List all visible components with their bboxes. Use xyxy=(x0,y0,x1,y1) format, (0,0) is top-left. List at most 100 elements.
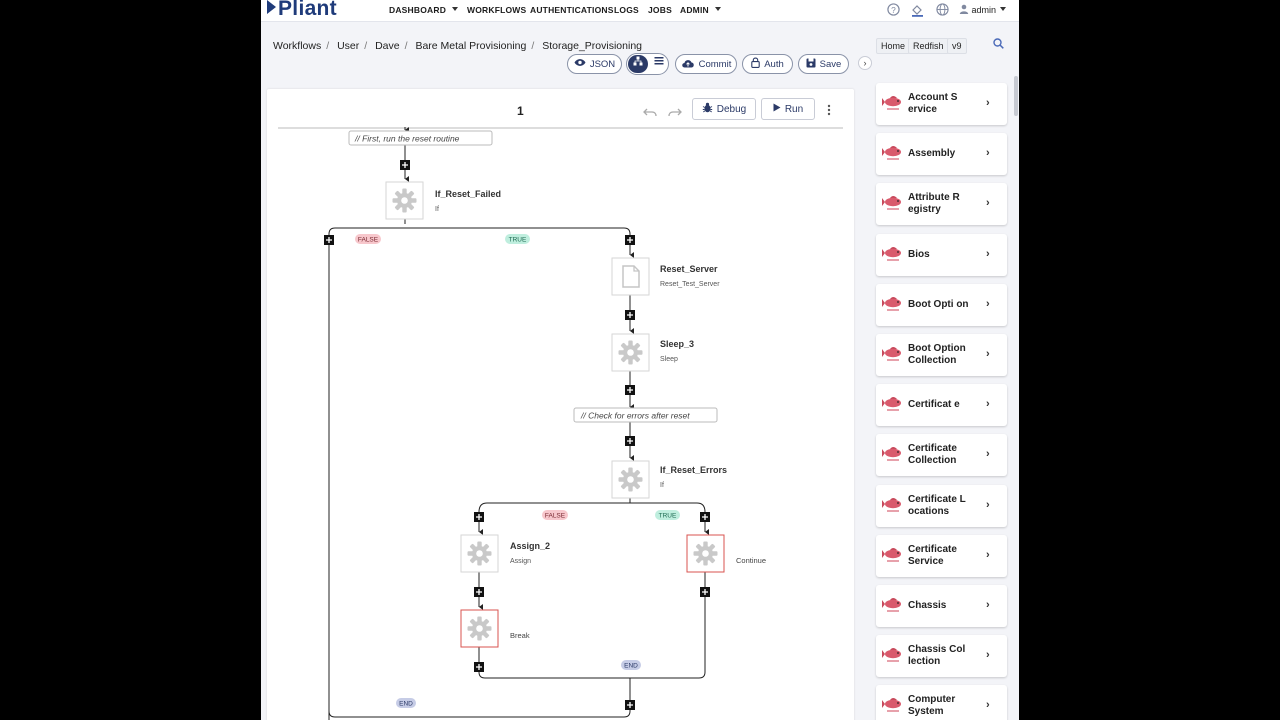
palette-item[interactable]: Assembly › xyxy=(876,133,1007,176)
palette-item[interactable]: Boot Option Collection › xyxy=(876,334,1007,376)
chevron-right-icon: › xyxy=(986,699,990,712)
palette-item[interactable]: Chassis › xyxy=(876,585,1007,627)
palette-item[interactable]: Bios › xyxy=(876,233,1007,276)
help-icon[interactable]: ? xyxy=(886,3,900,17)
commit-button[interactable]: Commit xyxy=(675,54,737,74)
view-toggle[interactable] xyxy=(626,53,669,75)
redfish-logo-icon xyxy=(882,445,904,465)
add-step-icon[interactable] xyxy=(624,435,636,447)
nav-admin[interactable]: ADMIN xyxy=(680,5,721,15)
gear-icon xyxy=(467,541,492,566)
node-name: If_Reset_Failed xyxy=(435,189,501,199)
palette-item[interactable]: Certificate Collection › xyxy=(876,434,1007,477)
globe-icon[interactable] xyxy=(935,3,949,17)
palette-item-label: Certificate Collection xyxy=(908,443,957,467)
palette-tab-v9[interactable]: v9 xyxy=(947,38,967,54)
palette-item[interactable]: Certificate Service › xyxy=(876,534,1007,577)
add-step-icon[interactable] xyxy=(399,159,411,171)
node-type: Sleep xyxy=(660,356,678,363)
user-menu[interactable]: admin xyxy=(959,4,1007,15)
nav-logs[interactable]: LOGS xyxy=(614,5,639,15)
json-button[interactable]: JSON xyxy=(567,54,622,74)
chevron-right-icon: › xyxy=(986,297,990,310)
palette-tab-home[interactable]: Home xyxy=(876,38,911,54)
node-palette-sidebar: Home Redfish v9 Account S ervice › Assembl… xyxy=(866,32,1019,720)
svg-text:TRUE: TRUE xyxy=(509,237,527,244)
add-step-icon[interactable] xyxy=(624,309,636,321)
palette-item[interactable]: Certificat e › xyxy=(876,384,1007,427)
paint-bucket-icon[interactable] xyxy=(910,3,924,17)
chevron-right-icon: › xyxy=(986,448,990,461)
node-type: If xyxy=(660,482,664,489)
add-step-icon[interactable] xyxy=(473,586,485,598)
node-break[interactable]: Break xyxy=(460,609,530,648)
chevron-right-icon: › xyxy=(986,247,990,260)
scrollbar[interactable] xyxy=(1014,76,1018,116)
chevron-right-icon: › xyxy=(986,147,990,160)
palette-item[interactable]: Chassis Col lection › xyxy=(876,635,1007,678)
breadcrumb-bare-metal-provisioning[interactable]: Bare Metal Provisioning xyxy=(415,40,526,52)
node-continue[interactable]: Continue xyxy=(686,534,766,573)
nav-dashboard[interactable]: DASHBOARD xyxy=(389,5,459,15)
node-assign-2[interactable]: Assign_2 Assign xyxy=(460,534,550,573)
comment-box: // Check for errors after reset xyxy=(573,407,718,423)
eye-icon xyxy=(574,58,586,70)
palette-item[interactable]: Certificate L ocations › xyxy=(876,484,1007,527)
auth-button[interactable]: Auth xyxy=(742,54,793,74)
palette-item[interactable]: Computer System › xyxy=(876,685,1007,720)
palette-item[interactable]: Boot Opti on › xyxy=(876,283,1007,326)
chevron-right-icon: › xyxy=(986,197,990,210)
svg-text:TRUE: TRUE xyxy=(659,513,677,520)
palette-item-label: Bios xyxy=(908,248,930,260)
add-step-icon[interactable] xyxy=(323,234,335,246)
palette-tab-redfish[interactable]: Redfish xyxy=(908,38,949,54)
diagram-view-icon[interactable] xyxy=(628,55,648,73)
palette-item[interactable]: Attribute R egistry › xyxy=(876,183,1007,226)
user-icon xyxy=(959,4,969,14)
end-badge: END xyxy=(396,698,416,708)
end-badge: END xyxy=(621,660,641,670)
breadcrumb-workflows[interactable]: Workflows xyxy=(273,40,321,52)
add-step-icon[interactable] xyxy=(699,586,711,598)
node-if-reset-errors[interactable]: If_Reset_Errors If xyxy=(611,460,727,499)
node-name: Continue xyxy=(736,556,766,565)
pliant-logo[interactable]: Pliant xyxy=(267,0,337,21)
node-name: If_Reset_Errors xyxy=(660,465,727,475)
add-step-icon[interactable] xyxy=(624,234,636,246)
node-if-reset-failed[interactable]: If_Reset_Failed If xyxy=(385,181,501,220)
svg-text:END: END xyxy=(399,701,413,708)
false-badge: FALSE xyxy=(355,234,381,244)
node-reset-server[interactable]: Reset_Server Reset_Test_Server xyxy=(611,257,720,296)
redfish-logo-icon xyxy=(882,395,904,415)
search-icon[interactable] xyxy=(993,38,1004,52)
add-step-icon[interactable] xyxy=(473,661,485,673)
breadcrumb-dave[interactable]: Dave xyxy=(375,40,400,52)
redfish-logo-icon xyxy=(882,144,904,164)
add-step-icon[interactable] xyxy=(473,511,485,523)
svg-text:FALSE: FALSE xyxy=(358,237,379,244)
redfish-logo-icon xyxy=(882,496,904,516)
node-sleep-3[interactable]: Sleep_3 Sleep xyxy=(611,333,694,372)
nav-authentications[interactable]: AUTHENTICATIONS xyxy=(530,5,614,15)
add-step-icon[interactable] xyxy=(699,511,711,523)
palette-item[interactable]: Account S ervice › xyxy=(876,83,1007,125)
nav-jobs[interactable]: JOBS xyxy=(648,5,672,15)
comment-text: // First, run the reset routine xyxy=(354,134,460,144)
top-navbar: Pliant DASHBOARD WORKFLOWS AUTHENTICATIO… xyxy=(261,0,1019,22)
save-button[interactable]: Save xyxy=(798,54,849,74)
nav-workflows[interactable]: WORKFLOWS xyxy=(467,5,526,15)
add-step-icon[interactable] xyxy=(624,384,636,396)
cloud-upload-icon xyxy=(681,58,695,71)
svg-text:END: END xyxy=(624,663,638,670)
list-view-icon[interactable] xyxy=(649,55,668,73)
palette-item-label: Attribute R egistry xyxy=(908,192,960,216)
palette-item-label: Computer System xyxy=(908,694,956,718)
breadcrumb-user[interactable]: User xyxy=(337,40,359,52)
node-type: If xyxy=(435,206,439,213)
redfish-logo-icon xyxy=(882,194,904,214)
username: admin xyxy=(971,5,997,15)
palette-item-label: Certificate Service xyxy=(908,543,957,567)
palette-item-label: Chassis xyxy=(908,600,947,611)
add-step-icon[interactable] xyxy=(624,699,636,711)
redfish-logo-icon xyxy=(882,295,904,315)
